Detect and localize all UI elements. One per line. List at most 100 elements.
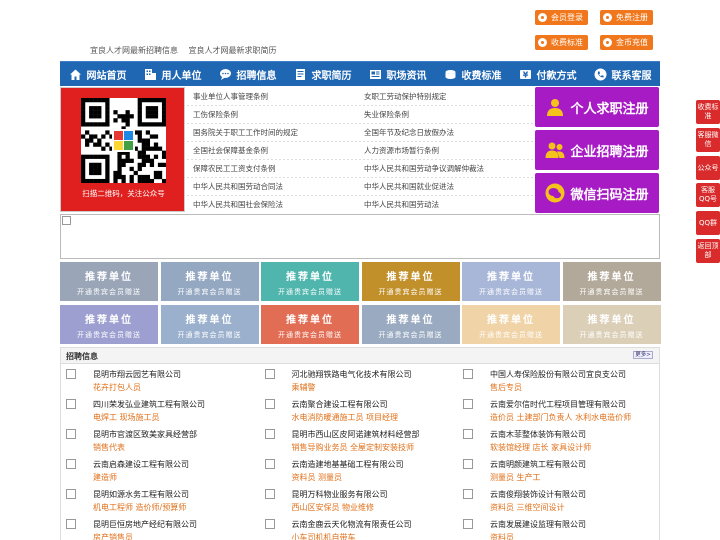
job-listing[interactable]: 昆明巨恒房地产经纪有限公司 房产销售员 — [61, 517, 256, 540]
policy-link[interactable]: 保障农民工工资支付条例 — [193, 160, 298, 178]
company-name[interactable]: 中国人寿保险股份有限公司宜良支公司 — [490, 369, 626, 380]
job-position[interactable]: 资料员 测量员 — [292, 472, 343, 483]
job-listing[interactable]: 中国人寿保险股份有限公司宜良支公司 售后专员 — [458, 367, 653, 397]
job-position[interactable]: 房产销售员 — [93, 532, 133, 540]
company-name[interactable]: 昆明市西山区皮阿诺建筑材料经营部 — [292, 429, 420, 440]
policy-link[interactable]: 工伤保险条例 — [193, 106, 298, 124]
job-listing[interactable]: 云南明颜建筑工程有限公司 测量员 生产工 — [458, 457, 653, 487]
float-back-to-top[interactable]: 返回顶部 — [696, 239, 720, 263]
company-register-button[interactable]: 企业招聘注册 — [535, 130, 659, 170]
banner-image[interactable] — [60, 214, 660, 259]
nav-employers[interactable]: 用人单位 — [135, 62, 210, 86]
job-position[interactable]: 电焊工 现场施工员 — [93, 412, 160, 423]
recommend-slot[interactable]: 推荐单位 开通贵宾会员赠送 — [361, 262, 460, 301]
policy-link[interactable]: 中华人民共和国就业促进法 — [364, 178, 484, 196]
policy-link[interactable]: 中华人民共和国劳动争议调解仲裁法 — [364, 160, 484, 178]
nav-news[interactable]: 职场资讯 — [360, 62, 435, 86]
company-name[interactable]: 云南木菲整体装饰有限公司 — [490, 429, 586, 440]
recommend-slot[interactable]: 推荐单位 开通贵宾会员赠送 — [261, 262, 359, 301]
job-listing[interactable]: 云南造建地基基础工程有限公司 资料员 测量员 — [260, 457, 455, 487]
policy-link[interactable]: 国务院关于职工工作时间的规定 — [193, 124, 298, 142]
recommend-slot[interactable]: 推荐单位 开通贵宾会员赠送 — [462, 262, 560, 301]
company-name[interactable]: 昆明万科物业服务有限公司 — [292, 489, 388, 500]
company-name[interactable]: 云南俊翔装饰设计有限公司 — [490, 489, 586, 500]
job-listing[interactable]: 河北驰翔铁路电气化技术有限公司 乘辅警 — [260, 367, 455, 397]
nav-resumes[interactable]: 求职简历 — [285, 62, 360, 86]
job-position[interactable]: 机电工程师 造价师/预算师 — [93, 502, 186, 513]
job-position[interactable]: 售后专员 — [490, 382, 522, 393]
job-listing[interactable]: 云南木菲整体装饰有限公司 软装馆经理 店长 家具设计师 — [458, 427, 653, 457]
job-listing[interactable]: 昆明市官渡区致美家具经营部 销售代表 — [61, 427, 256, 457]
float-official-account[interactable]: 公众号 — [696, 156, 720, 180]
job-position[interactable]: 建造师 — [93, 472, 117, 483]
nav-jobs[interactable]: 招聘信息 — [210, 62, 285, 86]
company-name[interactable]: 昆明如源水务工程有限公司 — [93, 489, 189, 500]
job-listing[interactable]: 云南金鹿云天化物流有限责任公司 小车司机机自带车 — [260, 517, 455, 540]
recommend-slot[interactable]: 推荐单位 开通贵宾会员赠送 — [361, 305, 460, 344]
recommend-slot[interactable]: 推荐单位 开通贵宾会员赠送 — [60, 262, 158, 301]
nav-support[interactable]: 联系客服 — [585, 62, 660, 86]
company-name[interactable]: 云南明颜建筑工程有限公司 — [490, 459, 586, 470]
job-position[interactable]: 资料员 — [490, 532, 514, 540]
job-listing[interactable]: 昆明市翔云园艺有限公司 花卉打包人员 — [61, 367, 256, 397]
recommend-slot[interactable]: 推荐单位 开通贵宾会员赠送 — [261, 305, 359, 344]
policy-link[interactable]: 全国年节及纪念日放假办法 — [364, 124, 484, 142]
free-register-button[interactable]: 免费注册 — [600, 10, 653, 25]
personal-register-button[interactable]: 个人求职注册 — [535, 87, 659, 127]
policy-link[interactable]: 全国社会保障基金条例 — [193, 142, 298, 160]
job-listing[interactable]: 云南发展建设监理有限公司 资料员 — [458, 517, 653, 540]
company-name[interactable]: 云南聚合建设工程有限公司 — [292, 399, 388, 410]
nav-payment[interactable]: ¥ 付款方式 — [510, 62, 585, 86]
company-name[interactable]: 昆明市官渡区致美家具经营部 — [93, 429, 197, 440]
nav-home[interactable]: 网站首页 — [60, 62, 135, 86]
job-listing[interactable]: 云南俊翔装饰设计有限公司 资料员 三维空间设计 — [458, 487, 653, 517]
float-service-qq[interactable]: 客服QQ号 — [696, 183, 720, 207]
float-pricing[interactable]: 收费标准 — [696, 100, 720, 124]
job-listing[interactable]: 昆明市西山区皮阿诺建筑材料经营部 销售导购业务员 全屋定制安装技师 — [260, 427, 455, 457]
job-position[interactable]: 小车司机机自带车 — [292, 532, 356, 540]
job-position[interactable]: 资料员 三维空间设计 — [490, 502, 565, 513]
recharge-button[interactable]: 金币充值 — [600, 35, 653, 50]
latest-jobs-link[interactable]: 宜良人才网最新招聘信息 — [90, 46, 178, 55]
policy-link[interactable]: 人力资源市场暂行条例 — [364, 142, 484, 160]
job-listing[interactable]: 昆明万科物业服务有限公司 西山区安保员 物业维修 — [260, 487, 455, 517]
job-position[interactable]: 造价员 土建部门负责人 水利水电造价师 — [490, 412, 631, 423]
wechat-register-button[interactable]: 微信扫码注册 — [535, 173, 659, 213]
recommend-slot[interactable]: 推荐单位 开通贵宾会员赠送 — [160, 305, 259, 344]
job-listing[interactable]: 昆明如源水务工程有限公司 机电工程师 造价师/预算师 — [61, 487, 256, 517]
policy-link[interactable]: 中华人民共和国劳动法 — [364, 196, 484, 214]
pricing-button[interactable]: 收费标准 — [535, 35, 588, 50]
company-name[interactable]: 云南发展建设监理有限公司 — [490, 519, 586, 530]
policy-link[interactable]: 中华人民共和国社会保险法 — [193, 196, 298, 214]
company-name[interactable]: 四川荣发弘业建筑工程有限公司 — [93, 399, 205, 410]
job-position[interactable]: 软装馆经理 店长 家具设计师 — [490, 442, 591, 453]
policy-link[interactable]: 失业保险条例 — [364, 106, 484, 124]
recommend-slot[interactable]: 推荐单位 开通贵宾会员赠送 — [462, 305, 560, 344]
latest-resumes-link[interactable]: 宜良人才网最新求职简历 — [189, 46, 277, 55]
company-name[interactable]: 昆明巨恒房地产经纪有限公司 — [93, 519, 197, 530]
member-login-button[interactable]: 会员登录 — [535, 10, 588, 25]
job-listing[interactable]: 四川荣发弘业建筑工程有限公司 电焊工 现场施工员 — [61, 397, 256, 427]
recommend-slot[interactable]: 推荐单位 开通贵宾会员赠送 — [562, 305, 661, 344]
policy-link[interactable]: 事业单位人事管理条例 — [193, 88, 298, 106]
company-name[interactable]: 昆明市翔云园艺有限公司 — [93, 369, 181, 380]
nav-pricing[interactable]: 收费标准 — [435, 62, 510, 86]
float-qq-group[interactable]: QQ群 — [696, 211, 720, 235]
job-listing[interactable]: 云南爱尔信时代工程项目管理有限公司 造价员 土建部门负责人 水利水电造价师 — [458, 397, 653, 427]
float-service-wechat[interactable]: 客服微信 — [696, 128, 720, 152]
company-name[interactable]: 云南启森建设工程有限公司 — [93, 459, 189, 470]
policy-link[interactable]: 女职工劳动保护特别规定 — [364, 88, 484, 106]
job-position[interactable]: 测量员 生产工 — [490, 472, 541, 483]
company-name[interactable]: 河北驰翔铁路电气化技术有限公司 — [292, 369, 412, 380]
recommend-slot[interactable]: 推荐单位 开通贵宾会员赠送 — [562, 262, 661, 301]
job-position[interactable]: 乘辅警 — [292, 382, 316, 393]
company-name[interactable]: 云南金鹿云天化物流有限责任公司 — [292, 519, 412, 530]
job-listing[interactable]: 云南启森建设工程有限公司 建造师 — [61, 457, 256, 487]
job-position[interactable]: 销售导购业务员 全屋定制安装技师 — [292, 442, 415, 453]
job-position[interactable]: 花卉打包人员 — [93, 382, 141, 393]
company-name[interactable]: 云南造建地基基础工程有限公司 — [292, 459, 404, 470]
recommend-slot[interactable]: 推荐单位 开通贵宾会员赠送 — [60, 305, 158, 344]
job-position[interactable]: 水电消防暖通施工员 项目经理 — [292, 412, 399, 423]
job-position[interactable]: 西山区安保员 物业维修 — [292, 502, 375, 513]
company-name[interactable]: 云南爱尔信时代工程项目管理有限公司 — [490, 399, 626, 410]
